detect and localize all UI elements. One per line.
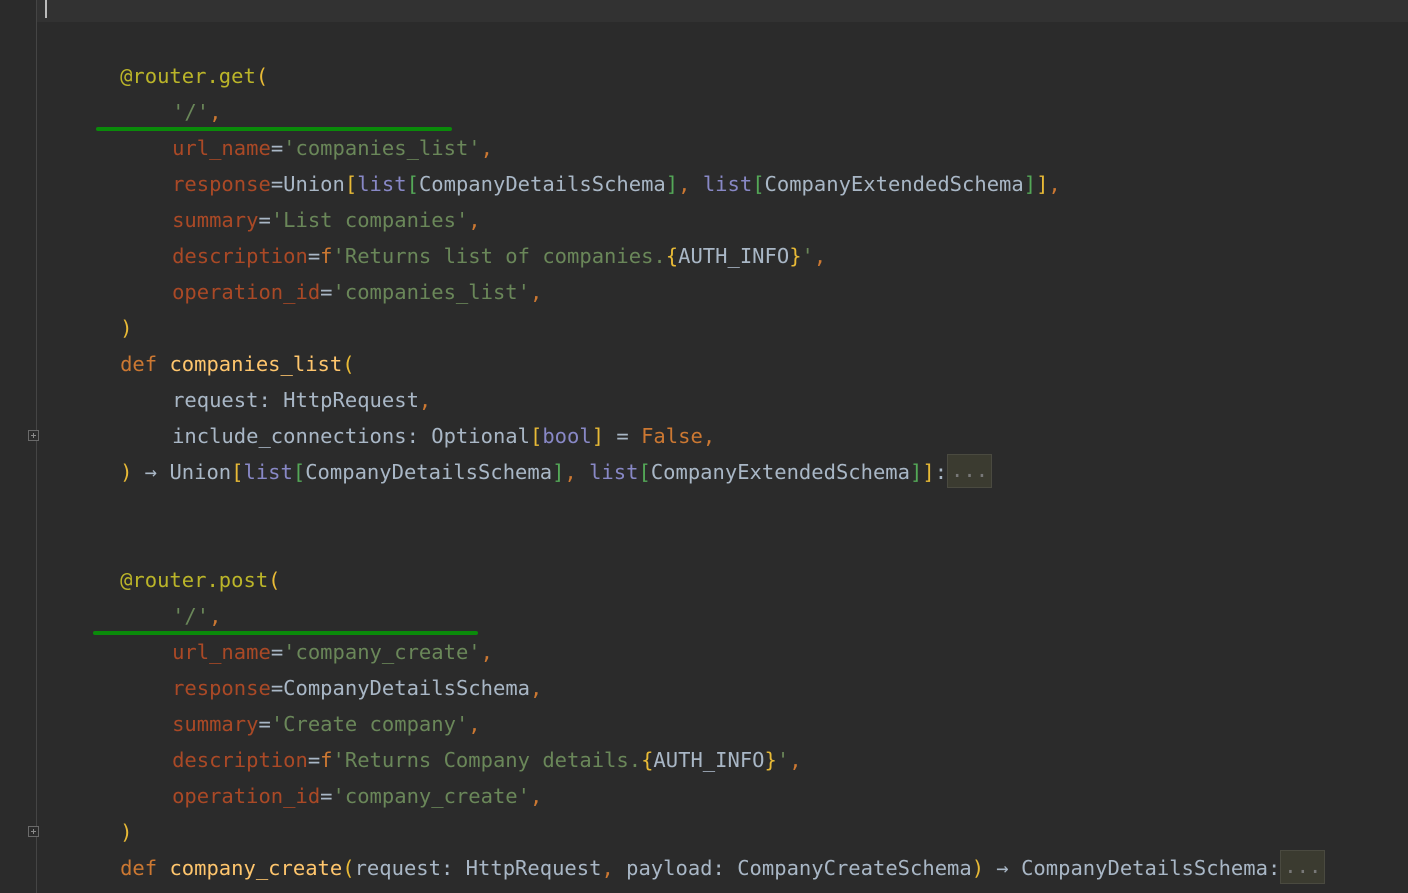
bracket: [ [231,460,244,484]
brace: { [641,748,654,772]
code-editor[interactable]: @router.get( '/', url_name='companies_li… [0,0,1408,893]
code-line[interactable]: request: HttpRequest, [46,346,431,412]
paren: ( [268,568,281,592]
code-line[interactable]: description=f'Returns list of companies.… [46,202,826,268]
editor-gutter[interactable] [0,0,37,893]
def-keyword: def [120,856,158,880]
comma: , [813,244,827,268]
type-name: CompanyCreateSchema [737,856,972,880]
brace: } [764,748,777,772]
parameter-name: request [354,856,441,880]
code-line[interactable]: def companies_list( [46,310,355,376]
string-literal: ' [801,244,814,268]
code-line[interactable]: '/', [46,58,221,124]
string-literal: 'companies_list' [332,280,530,304]
code-line[interactable]: '/', [46,562,221,628]
comma: , [601,856,614,880]
paren: ) [971,856,985,880]
operator: = [320,280,333,304]
fold-expand-icon[interactable] [28,826,39,837]
fstring-expression: AUTH_INFO [653,748,765,772]
type-name: CompanyExtendedSchema [764,172,1024,196]
comma: , [564,460,577,484]
type-name: HttpRequest [465,856,602,880]
bracket: ] [552,460,565,484]
comma: , [530,676,543,700]
code-line[interactable]: summary='Create company', [46,670,481,736]
code-line[interactable]: response=CompanyDetailsSchema, [46,634,542,700]
brace: { [665,244,679,268]
bracket: ] [922,460,935,484]
type-name: CompanyDetailsSchema [1021,856,1268,880]
bracket: ] [665,172,679,196]
comma: , [789,748,802,772]
bracket: [ [752,172,765,196]
bracket: ] [1023,172,1037,196]
paren: ( [342,856,355,880]
folded-code-placeholder[interactable]: ... [947,454,993,488]
folded-code-placeholder[interactable]: ... [1280,850,1326,884]
string-literal: ' [776,748,790,772]
code-line[interactable]: operation_id='company_create', [46,742,542,808]
bracket: [ [638,460,651,484]
arrow-operator: → [984,856,1022,880]
function-name: company_create [169,856,343,880]
code-line[interactable]: summary='List companies', [46,166,481,232]
type-name: CompanyDetailsSchema [305,460,553,484]
keyword-argument: operation_id [172,280,321,304]
code-line[interactable]: ) [46,274,132,340]
colon: : [440,856,466,880]
code-line[interactable]: def company_create(request: HttpRequest,… [46,814,1326,884]
type-name: CompanyExtendedSchema [650,460,910,484]
type-name: Union [169,460,232,484]
code-line[interactable]: include_connections: Optional[bool] = Fa… [46,382,715,448]
brace: } [789,244,802,268]
keyword-argument: operation_id [172,784,321,808]
parameter-name: payload [626,856,713,880]
code-line[interactable]: ) [46,778,132,844]
paren: ) [120,460,133,484]
code-line[interactable]: operation_id='companies_list', [46,238,542,304]
builtin: list [243,460,293,484]
fold-expand-icon[interactable] [28,430,39,441]
fstring-expression: AUTH_INFO [678,244,790,268]
comma: , [530,280,543,304]
paren: ( [255,64,269,88]
code-line[interactable]: description=f'Returns Company details.{A… [46,706,801,772]
bracket: ] [910,460,923,484]
text-caret [45,0,47,18]
builtin: list [702,172,753,196]
colon: : [1267,856,1281,880]
code-line[interactable]: @router.get( [46,22,268,88]
comma: , [678,172,691,196]
current-line-highlight [37,0,1408,22]
arrow-operator: → [132,460,170,484]
builtin: list [589,460,639,484]
colon: : [934,460,948,484]
comma: , [530,784,543,808]
code-line[interactable]: ) → Union[list[CompanyDetailsSchema], li… [46,418,993,488]
code-line[interactable]: url_name='company_create', [46,598,493,664]
bracket: ] [1036,172,1049,196]
string-literal: 'company_create' [332,784,530,808]
colon: : [712,856,738,880]
operator: = [320,784,333,808]
code-line[interactable]: url_name='companies_list', [46,94,493,160]
comma: , [1048,172,1061,196]
code-line[interactable]: response=Union[list[CompanyDetailsSchema… [46,130,1061,196]
code-line[interactable]: @router.post( [46,526,280,592]
bracket: [ [292,460,306,484]
